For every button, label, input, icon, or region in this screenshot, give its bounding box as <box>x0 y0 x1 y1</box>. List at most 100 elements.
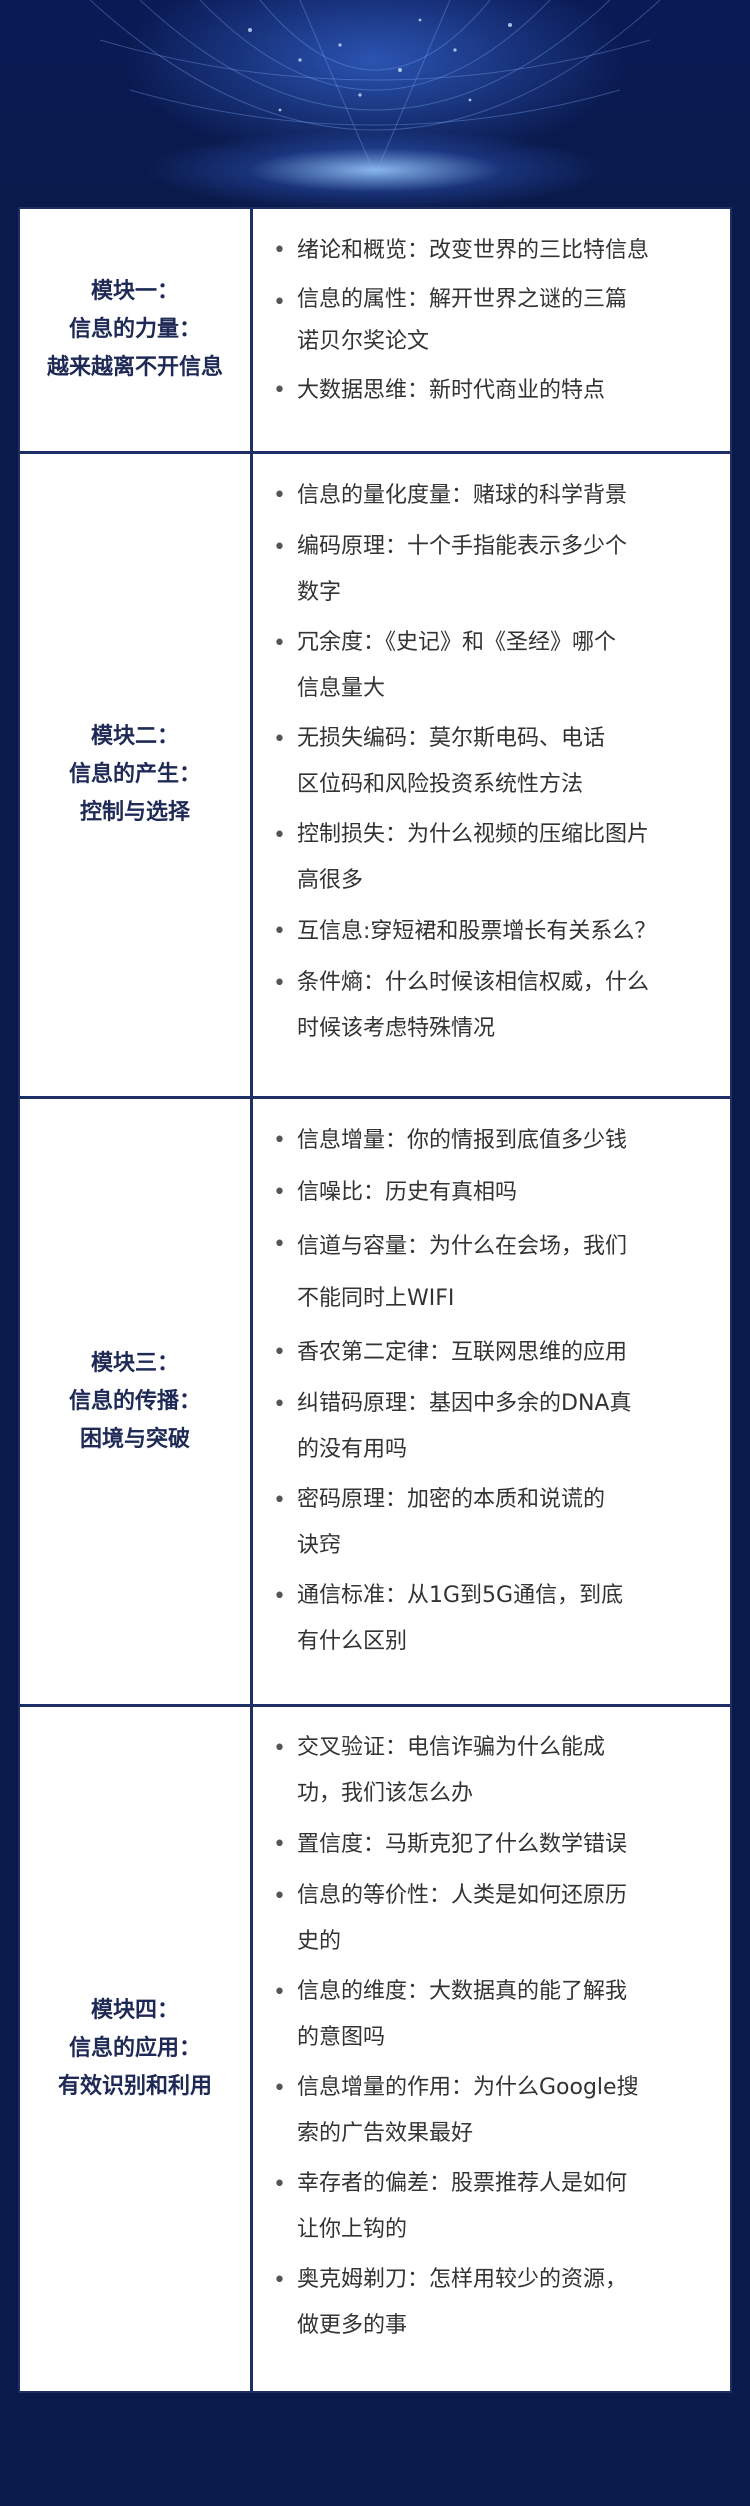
module-row-2: 模块二： 信息的产生： 控制与选择 • 信息的量化度量：赌球的科学背景 • 编码… <box>20 454 730 1099</box>
list-item: • 香农第二定律：互联网思维的应用 <box>273 1329 716 1377</box>
module-lesson-list: • 绪论和概览：改变世界的三比特信息 • 信息的属性：解开世界之谜的三篇 诺贝尔… <box>253 209 730 451</box>
module-lesson-list: • 信息增量：你的情报到底值多少钱 • 信噪比：历史有真相吗 • 信道与容量：为… <box>253 1099 730 1704</box>
list-item: • 信息的维度：大数据真的能了解我 的意图吗 <box>273 1969 716 2061</box>
bullet-icon: • <box>273 2172 286 2197</box>
list-item-text: 香农第二定律：互联网思维的应用 <box>297 1340 628 1365</box>
module-title-cell: 模块一： 信息的力量： 越来越离不开信息 <box>20 209 253 451</box>
bullet-icon: • <box>273 378 286 403</box>
list-item: • 绪论和概览：改变世界的三比特信息 <box>273 227 716 275</box>
list-item-text: 不能同时上WIFI <box>297 1286 455 1311</box>
bullet-icon: • <box>273 919 286 944</box>
list-item: • 信息的等价性：人类是如何还原历 史的 <box>273 1873 716 1965</box>
list-item-text: 区位码和风险投资系统性方法 <box>297 772 584 797</box>
bullet-icon: • <box>273 1232 286 1257</box>
list-item: • 控制损失：为什么视频的压缩比图片 高很多 <box>273 812 716 904</box>
list-item: • 幸存者的偏差：股票推荐人是如何 让你上钩的 <box>273 2161 716 2253</box>
bullet-icon: • <box>273 1180 286 1205</box>
module-title-cell: 模块三： 信息的传播： 困境与突破 <box>20 1099 253 1704</box>
bullet-icon: • <box>273 971 286 996</box>
list-item-text: 的意图吗 <box>297 2025 386 2050</box>
list-item-text: 信息增量的作用：为什么Google搜 <box>297 2075 639 2100</box>
list-item: • 编码原理：十个手指能表示多少个 数字 <box>273 524 716 616</box>
list-item: • 密码原理：加密的本质和说谎的 诀窍 <box>273 1477 716 1569</box>
module-label: 模块四： <box>90 1998 179 2023</box>
bullet-icon: • <box>273 727 286 752</box>
module-topic: 信息的产生： <box>68 762 201 787</box>
module-topic: 信息的力量： <box>68 317 201 342</box>
list-item-text: 互信息:穿短裙和股票增长有关系么？ <box>297 919 657 944</box>
list-item: • 通信标准：从1G到5G通信，到底 有什么区别 <box>273 1573 716 1665</box>
list-item: • 冗余度：《史记》和《圣经》哪个 信息量大 <box>273 620 716 712</box>
list-item: • 信息的属性：解开世界之谜的三篇 诺贝尔奖论文 <box>273 279 716 363</box>
module-subtitle: 控制与选择 <box>79 800 190 825</box>
list-item: • 信息的量化度量：赌球的科学背景 <box>273 472 716 520</box>
bullet-icon: • <box>273 2268 286 2293</box>
bullet-icon: • <box>273 1884 286 1909</box>
module-topic: 信息的应用： <box>68 2036 201 2061</box>
list-item-text: 密码原理：加密的本质和说谎的 <box>297 1487 606 1512</box>
list-item: • 奥克姆剃刀：怎样用较少的资源， 做更多的事 <box>273 2257 716 2349</box>
list-item-text: 功，我们该怎么办 <box>297 1781 474 1806</box>
list-item: • 条件熵：什么时候该相信权威，什么 时候该考虑特殊情况 <box>273 960 716 1052</box>
module-label: 模块一： <box>90 279 179 304</box>
list-item: • 信息增量：你的情报到底值多少钱 <box>273 1117 716 1165</box>
list-item: • 置信度：马斯克犯了什么数学错误 <box>273 1821 716 1869</box>
list-item-text: 的没有用吗 <box>297 1437 408 1462</box>
course-module-table: 模块一： 信息的力量： 越来越离不开信息 • 绪论和概览：改变世界的三比特信息 … <box>18 207 732 2393</box>
bullet-icon: • <box>273 238 286 263</box>
list-item: • 信噪比：历史有真相吗 <box>273 1169 716 1217</box>
list-item-text: 冗余度：《史记》和《圣经》哪个 <box>297 630 617 655</box>
list-item-text: 时候该考虑特殊情况 <box>297 1016 496 1041</box>
module-row-3: 模块三： 信息的传播： 困境与突破 • 信息增量：你的情报到底值多少钱 • 信噪… <box>20 1099 730 1707</box>
list-item-text: 纠错码原理：基因中多余的DNA真 <box>297 1391 632 1416</box>
module-row-4: 模块四： 信息的应用： 有效识别和利用 • 交叉验证：电信诈骗为什么能成 功，我… <box>20 1707 730 2391</box>
module-lesson-list: • 信息的量化度量：赌球的科学背景 • 编码原理：十个手指能表示多少个 数字 •… <box>253 454 730 1096</box>
module-label: 模块二： <box>90 724 179 749</box>
module-label: 模块三： <box>90 1350 179 1376</box>
list-item-text: 信息增量：你的情报到底值多少钱 <box>297 1128 628 1153</box>
list-item-text: 无损失编码：莫尔斯电码、电话 <box>297 726 606 751</box>
list-item-text: 信道与容量：为什么在会场，我们 <box>297 1234 628 1259</box>
bullet-icon: • <box>273 2076 286 2101</box>
module-subtitle: 困境与突破 <box>79 1426 190 1452</box>
list-item: • 纠错码原理：基因中多余的DNA真 的没有用吗 <box>273 1381 716 1473</box>
list-item-text: 奥克姆剃刀：怎样用较少的资源， <box>297 2267 628 2292</box>
bullet-icon: • <box>273 290 286 315</box>
module-title-cell: 模块四： 信息的应用： 有效识别和利用 <box>20 1707 253 2391</box>
list-item: • 信息增量的作用：为什么Google搜 索的广告效果最好 <box>273 2065 716 2157</box>
bullet-icon: • <box>273 1392 286 1417</box>
hero-banner <box>0 0 750 210</box>
list-item-text: 大数据思维：新时代商业的特点 <box>297 378 606 403</box>
module-row-1: 模块一： 信息的力量： 越来越离不开信息 • 绪论和概览：改变世界的三比特信息 … <box>20 209 730 454</box>
bullet-icon: • <box>273 1832 286 1857</box>
list-item-text: 条件熵：什么时候该相信权威，什么 <box>297 970 650 995</box>
list-item-text: 信噪比：历史有真相吗 <box>297 1180 518 1205</box>
globe-network-graphic <box>61 0 689 180</box>
list-item-text: 史的 <box>297 1929 342 1954</box>
module-lesson-list: • 交叉验证：电信诈骗为什么能成 功，我们该怎么办 • 置信度：马斯克犯了什么数… <box>253 1707 730 2391</box>
list-item-text: 索的广告效果最好 <box>297 2121 474 2146</box>
list-item-text: 诀窍 <box>297 1533 342 1558</box>
bullet-icon: • <box>273 1488 286 1513</box>
list-item-text: 绪论和概览：改变世界的三比特信息 <box>297 238 650 263</box>
list-item: • 大数据思维：新时代商业的特点 <box>273 367 716 415</box>
list-item-text: 高很多 <box>297 868 364 893</box>
footer-background <box>0 2395 750 2506</box>
bullet-icon: • <box>273 1736 286 1761</box>
list-item-text: 信息量大 <box>297 676 386 701</box>
list-item: • 信道与容量：为什么在会场，我们 不能同时上WIFI <box>273 1221 716 1325</box>
bullet-icon: • <box>273 823 286 848</box>
list-item-text: 诺贝尔奖论文 <box>297 329 430 354</box>
list-item: • 无损失编码：莫尔斯电码、电话 区位码和风险投资系统性方法 <box>273 716 716 808</box>
list-item-text: 信息的维度：大数据真的能了解我 <box>297 1979 628 2004</box>
module-subtitle: 有效识别和利用 <box>57 2074 212 2099</box>
bullet-icon: • <box>273 1340 286 1365</box>
list-item: • 互信息:穿短裙和股票增长有关系么？ <box>273 908 716 956</box>
module-title-cell: 模块二： 信息的产生： 控制与选择 <box>20 454 253 1096</box>
list-item-text: 让你上钩的 <box>297 2217 408 2242</box>
bullet-icon: • <box>273 1584 286 1609</box>
list-item-text: 信息的等价性：人类是如何还原历 <box>297 1883 628 1908</box>
bullet-icon: • <box>273 631 286 656</box>
bullet-icon: • <box>273 1128 286 1153</box>
list-item-text: 交叉验证：电信诈骗为什么能成 <box>297 1735 606 1760</box>
